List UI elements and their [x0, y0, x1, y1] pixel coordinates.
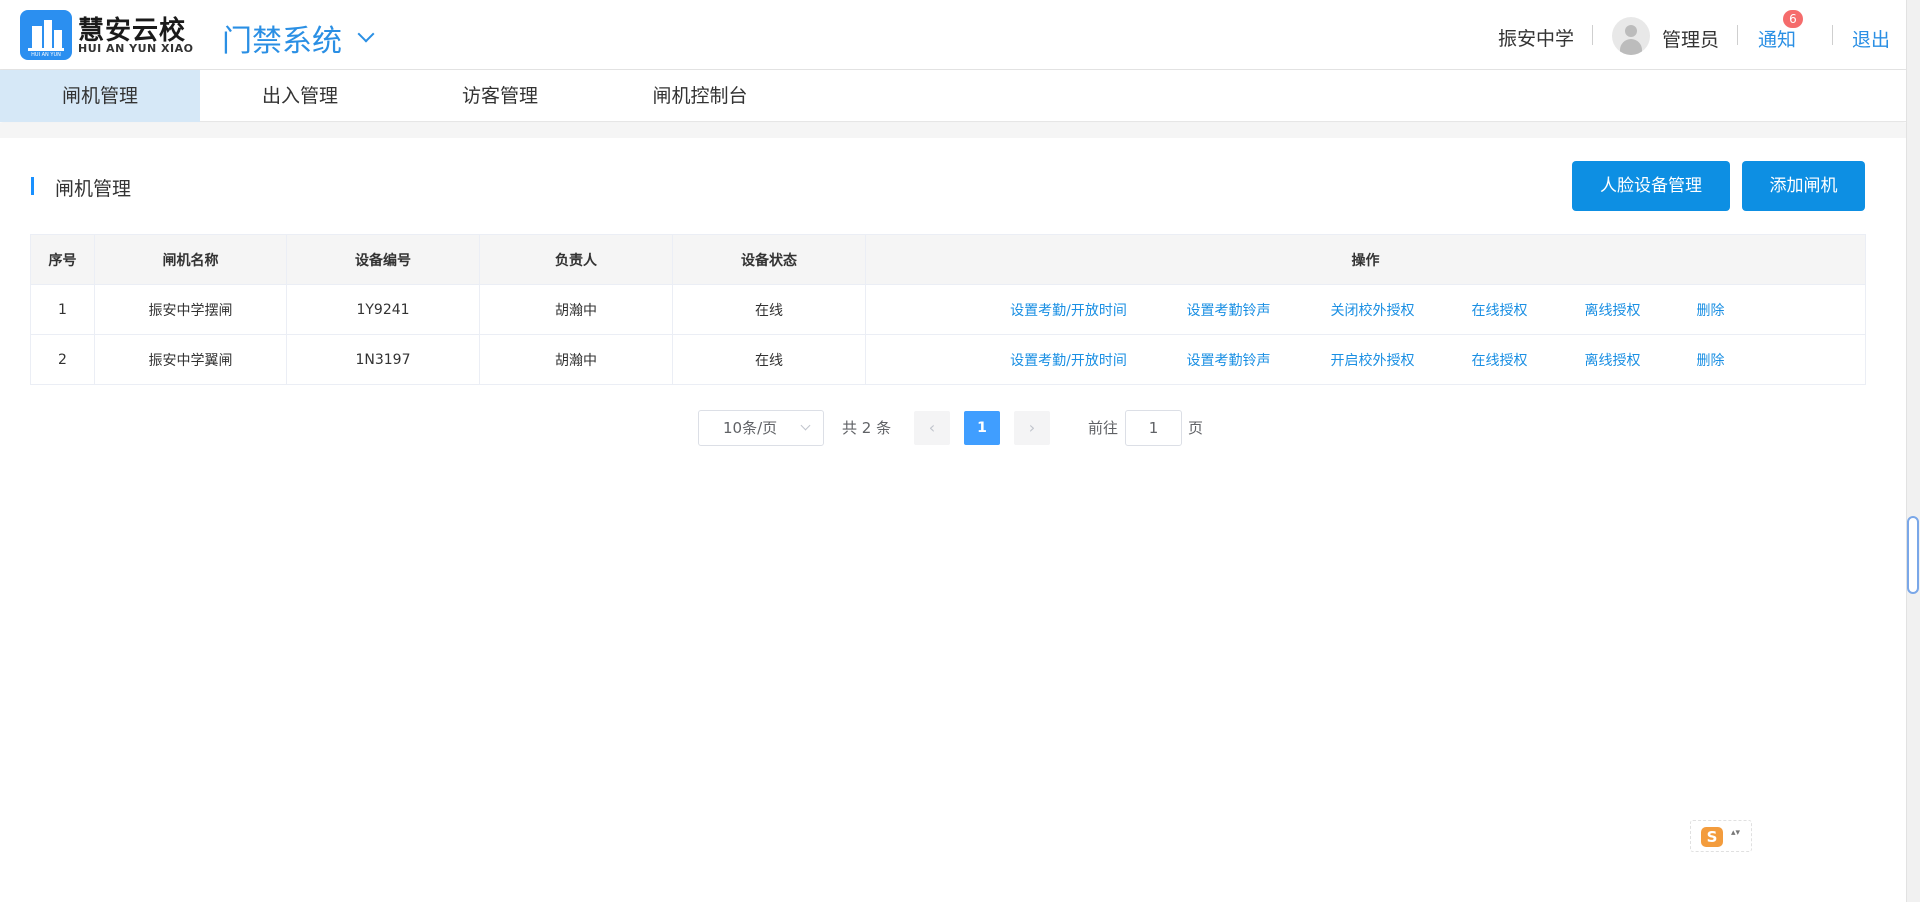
header-no: 序号	[30, 234, 95, 285]
content-separator	[0, 123, 1906, 138]
tab-gate-console[interactable]: 闸机控制台	[600, 70, 800, 122]
chevron-down-icon[interactable]	[357, 25, 375, 43]
divider	[1592, 25, 1593, 45]
face-device-button[interactable]: 人脸设备管理	[1572, 161, 1730, 211]
divider	[1832, 25, 1833, 45]
header-status: 设备状态	[672, 234, 866, 285]
online-auth-link[interactable]: 在线授权	[1445, 350, 1555, 370]
ime-toolbar[interactable]: S ▴▾	[1690, 820, 1752, 852]
page-1-button[interactable]: 1	[964, 411, 1000, 445]
table-row: 2 振安中学翼闸 1N3197 胡瀚中 在线 设置考勤/开放时间 设置考勤铃声 …	[30, 334, 1866, 385]
scrollbar-track[interactable]	[1906, 0, 1920, 902]
set-bell-link[interactable]: 设置考勤铃声	[1157, 350, 1301, 370]
gate-table: 序号 闸机名称 设备编号 负责人 设备状态 操作 1 振安中学摆闸 1Y9241…	[30, 234, 1866, 385]
cell-ops: 设置考勤/开放时间 设置考勤铃声 开启校外授权 在线授权 离线授权 删除	[865, 334, 1866, 385]
set-attendance-link[interactable]: 设置考勤/开放时间	[981, 350, 1157, 370]
header-ops: 操作	[865, 234, 1866, 285]
cell-name: 振安中学摆闸	[94, 284, 287, 335]
goto-label: 前往	[1088, 419, 1119, 437]
section-marker	[31, 177, 34, 195]
tab-gate-management[interactable]: 闸机管理	[0, 70, 200, 122]
online-auth-link[interactable]: 在线授权	[1445, 300, 1555, 320]
next-page-button[interactable]: ›	[1014, 411, 1050, 445]
main-tabs: 闸机管理 出入管理 访客管理 闸机控制台	[0, 70, 1906, 122]
toggle-outside-auth-link[interactable]: 开启校外授权	[1301, 350, 1445, 370]
logout-link[interactable]: 退出	[1852, 25, 1890, 52]
notice-badge: 6	[1783, 10, 1803, 28]
notice-link[interactable]: 通知	[1758, 25, 1796, 52]
add-gate-button[interactable]: 添加闸机	[1742, 161, 1865, 211]
logo-tiny-text: HUI AN YUN	[31, 52, 61, 58]
cell-code: 1Y9241	[286, 284, 480, 335]
cell-owner: 胡瀚中	[479, 334, 673, 385]
delete-link[interactable]: 删除	[1671, 300, 1751, 320]
header-name: 闸机名称	[94, 234, 287, 285]
goto-page-input[interactable]: 1	[1125, 410, 1182, 446]
header-owner: 负责人	[479, 234, 673, 285]
cell-status: 在线	[672, 334, 866, 385]
delete-link[interactable]: 删除	[1671, 350, 1751, 370]
cell-ops: 设置考勤/开放时间 设置考勤铃声 关闭校外授权 在线授权 离线授权 删除	[865, 284, 1866, 335]
set-bell-link[interactable]: 设置考勤铃声	[1157, 300, 1301, 320]
table-header-row: 序号 闸机名称 设备编号 负责人 设备状态 操作	[30, 234, 1866, 285]
scrollbar-thumb[interactable]	[1907, 516, 1919, 594]
cell-name: 振安中学翼闸	[94, 334, 287, 385]
page-size-select[interactable]: 10条/页	[698, 410, 824, 446]
avatar[interactable]	[1612, 17, 1650, 55]
set-attendance-link[interactable]: 设置考勤/开放时间	[981, 300, 1157, 320]
top-header: HUI AN YUN 慧安云校 HUI AN YUN XIAO 门禁系统 振安中…	[0, 0, 1906, 70]
section-title: 闸机管理	[55, 178, 132, 200]
chevron-down-icon	[800, 420, 811, 431]
cell-status: 在线	[672, 284, 866, 335]
system-title[interactable]: 门禁系统	[222, 16, 342, 60]
table-row: 1 振安中学摆闸 1Y9241 胡瀚中 在线 设置考勤/开放时间 设置考勤铃声 …	[30, 284, 1866, 335]
offline-auth-link[interactable]: 离线授权	[1555, 300, 1671, 320]
school-name: 振安中学	[1498, 28, 1575, 50]
total-count: 共 2 条	[842, 419, 892, 437]
logo-subtitle: HUI AN YUN XIAO	[78, 42, 194, 55]
page-size-value: 10条/页	[723, 419, 778, 437]
cell-no: 1	[30, 284, 95, 335]
toggle-outside-auth-link[interactable]: 关闭校外授权	[1301, 300, 1445, 320]
cell-code: 1N3197	[286, 334, 480, 385]
page-suffix: 页	[1188, 419, 1204, 437]
prev-page-button[interactable]: ‹	[914, 411, 950, 445]
cell-owner: 胡瀚中	[479, 284, 673, 335]
ime-arrows-icon: ▴▾	[1731, 828, 1741, 838]
tab-visitor-management[interactable]: 访客管理	[400, 70, 600, 122]
admin-name: 管理员	[1662, 29, 1720, 51]
ime-logo-icon: S	[1701, 827, 1723, 847]
divider	[1737, 25, 1738, 45]
cell-no: 2	[30, 334, 95, 385]
tab-access-management[interactable]: 出入管理	[200, 70, 400, 122]
logo-icon: HUI AN YUN	[20, 10, 72, 60]
offline-auth-link[interactable]: 离线授权	[1555, 350, 1671, 370]
header-code: 设备编号	[286, 234, 480, 285]
